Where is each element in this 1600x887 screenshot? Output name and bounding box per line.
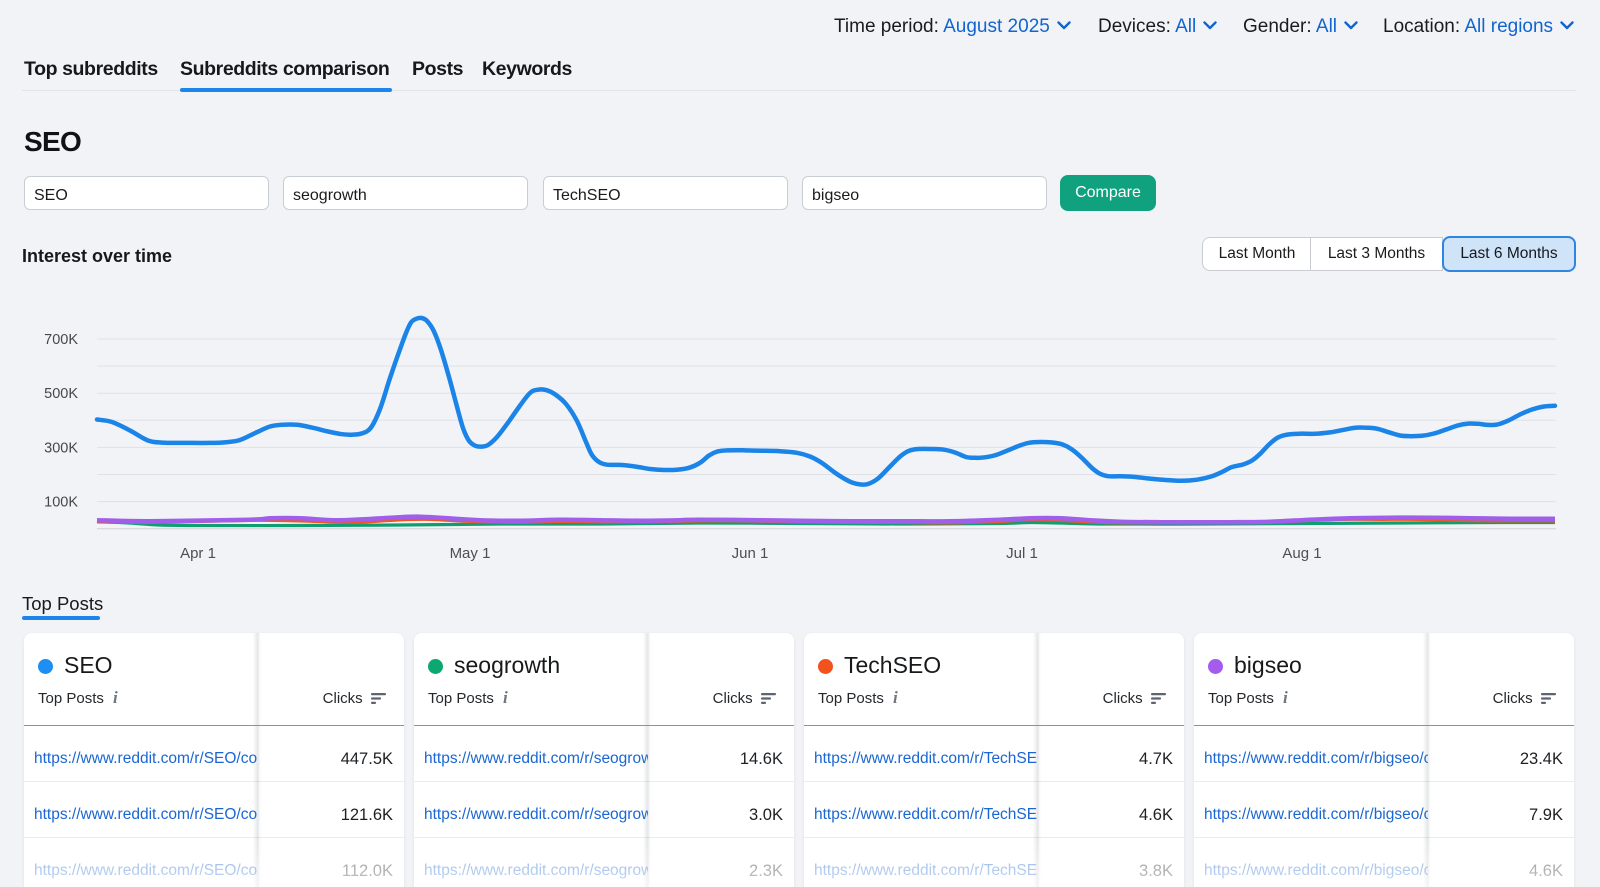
svg-text:Apr 1: Apr 1 <box>180 545 216 562</box>
svg-text:100K: 100K <box>44 495 78 511</box>
svg-text:May 1: May 1 <box>450 545 491 562</box>
svg-text:Jun 1: Jun 1 <box>732 545 769 562</box>
svg-text:Aug 1: Aug 1 <box>1282 545 1321 562</box>
svg-text:500K: 500K <box>44 386 78 402</box>
svg-text:700K: 700K <box>44 332 78 348</box>
svg-text:Jul 1: Jul 1 <box>1006 545 1038 562</box>
svg-text:300K: 300K <box>44 440 78 456</box>
